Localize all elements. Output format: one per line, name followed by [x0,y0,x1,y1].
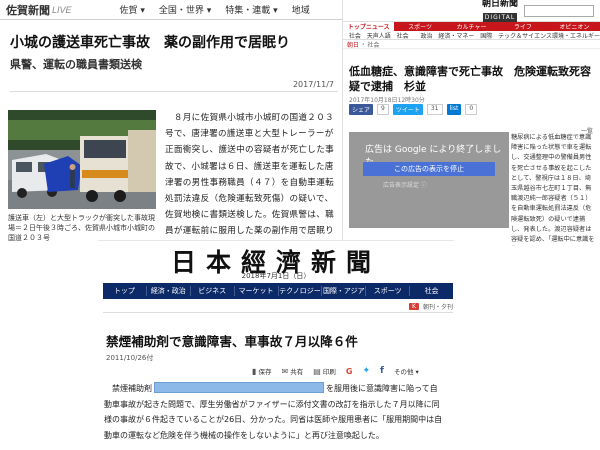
nav-item-sports[interactable]: スポーツ [366,286,409,296]
saga-subhead: 県警、運転の職員書類送検 [10,58,142,71]
share-count: 0 [465,104,478,115]
share-count: 31 [426,104,443,115]
stop-ad-button[interactable]: この広告の表示を停止 [363,162,495,176]
nikkei-nav: トップ 経済・政治 ビジネス マーケット テクノロジー 国際・アジア スポーツ … [103,283,453,299]
nav-item-market[interactable]: マーケット [235,286,278,296]
subnav-item[interactable]: 経済・マネー [438,31,474,40]
accident-photo [8,110,156,209]
share-count: 9 [377,104,389,115]
asahi-logo-digital: DIGITAL [482,12,518,22]
divider [10,91,338,92]
list-share-button[interactable]: list [446,104,462,115]
subnav-item[interactable]: 国際 [474,31,498,40]
saga-nav-item[interactable]: 全国・世界 ▾ [159,3,211,16]
nav-item-economy[interactable]: 経済・政治 [147,286,190,296]
saga-date: 2017/11/7 [292,80,334,89]
nikkei-article-title: 禁煙補助剤で意識障害、車事故７月以降６件 [106,334,358,349]
subnav-item[interactable]: 社会 [343,31,367,40]
nav-item-society[interactable]: 社会 [410,286,453,296]
saga-shimbun-article-panel: 佐賀新聞 LIVE 佐賀 ▾ 全国・世界 ▾ 特集・連載 ▾ 地域 小城の護送車… [0,0,342,252]
print-button[interactable]: ▤ 印刷 [313,366,336,376]
more-button[interactable]: その他 ▾ [394,366,419,376]
saga-logo-live: LIVE [52,4,72,15]
nikkei-article-panel: 日本經濟新聞 2018年7月1日（日） トップ 経済・政治 ビジネス マーケット… [98,240,454,450]
photo-caption: 護送車（左）と大型トラックが衝突した事故現場＝２日午後３時ごろ、佐賀県小城市小城… [8,214,155,242]
save-label: 保存 [258,368,272,376]
asahi-article-title: 低血糖症、意識障害で死亡事故 危険運転致死容疑で逮捕 杉並 [349,65,591,93]
asahi-digital-article-panel: 朝日新聞 DIGITAL トップニュース スポーツ カルチャー ライフ オピニオ… [342,0,600,246]
twitter-share-button[interactable]: ツイート [392,104,423,115]
subnav-item[interactable]: 天声人語 [367,31,391,40]
accident-scene-illustration [8,110,156,209]
facebook-icon[interactable]: f [380,366,384,376]
share-label: 共有 [290,368,304,376]
ad-closed-overlay: 広告は Google により終了しました。 この広告の表示を停止 広告表示設定 … [349,132,509,228]
saga-nav-item[interactable]: 地域 [292,3,310,16]
nikkei-article-date: 2011/10/26付 [106,354,154,362]
subnav-item[interactable]: 政治 [415,31,439,40]
asahi-logo-title: 朝日新聞 [481,0,518,9]
twitter-icon[interactable]: ✦ [362,366,370,376]
redacted-highlight [154,382,324,393]
google-plus-icon[interactable]: G [346,367,353,376]
nav-item-top[interactable]: トップ [103,286,146,296]
subnav-item[interactable]: 環境・エネルギー [552,31,600,40]
saga-headline: 小城の護送車死亡事故 薬の副作用で居眠り [10,35,290,51]
subnav-item[interactable]: 社会 [391,31,415,40]
asahi-logo[interactable]: 朝日新聞 DIGITAL [482,0,518,22]
breadcrumb-home[interactable]: 朝日 [347,40,359,49]
edition-badge: K [409,303,419,310]
saga-top-bar: 佐賀新聞 LIVE 佐賀 ▾ 全国・世界 ▾ 特集・連載 ▾ 地域 [0,0,342,20]
asahi-article-timestamp: 2017年10月18日12時30分 [349,97,425,104]
saga-nav-item[interactable]: 佐賀 ▾ [120,3,145,16]
edition-link[interactable]: 朝刊・夕刊 [423,302,453,311]
print-label: 印刷 [322,368,336,376]
nikkei-sub-bar: K 朝刊・夕刊 [103,301,453,313]
asahi-sub-nav: 社会 天声人語 社会 政治 経済・マネー 国際 テック＆サイエンス 環境・エネル… [343,31,600,40]
breadcrumb-item[interactable]: 社会 [367,40,379,49]
share-buttons: シェア 9 ツイート 31 list 0 [349,104,478,115]
nav-item-international[interactable]: 国際・アジア [322,286,365,296]
saga-article-body: ８月に佐賀県小城市小城町の国道２０３号で、唐津署の護送車と大型トレーラーが正面衝… [165,113,334,252]
subnav-item[interactable]: テック＆サイエンス [498,31,552,40]
article-tools: ▮ 保存 ✉ 共有 ▤ 印刷 G ✦ f その他 ▾ [252,366,419,376]
share-icon: ✉ [281,367,289,376]
bookmark-icon: ▮ [252,367,257,376]
body-text-start: 禁煙補助剤 [104,384,152,393]
asahi-article-body: 糖尿病による低血糖症で意識障害に陥った状態で車を運転し、交通整理中の警備員男性を… [511,134,595,244]
chevron-right-icon: › [362,40,365,48]
nikkei-edition-date: 2018年7月1日（日） [241,272,311,280]
printer-icon: ▤ [313,367,321,376]
share-button[interactable]: ✉ 共有 [281,366,303,376]
nav-item-technology[interactable]: テクノロジー [279,286,322,296]
more-label: その他 [393,368,414,376]
nav-item-business[interactable]: ビジネス [191,286,234,296]
facebook-share-button[interactable]: シェア [349,104,374,115]
search-input[interactable] [524,4,594,17]
chevron-down-icon: ▾ [413,368,419,376]
saga-nav: 佐賀 ▾ 全国・世界 ▾ 特集・連載 ▾ 地域 [120,3,310,16]
save-button[interactable]: ▮ 保存 [252,366,271,376]
breadcrumb: 朝日 › 社会 [343,40,600,49]
asahi-header: 朝日新聞 DIGITAL [343,0,600,22]
saga-nav-item[interactable]: 特集・連載 ▾ [225,3,277,16]
ad-settings-link[interactable]: 広告表示設定 ⓘ [383,180,427,189]
nikkei-article-body: 禁煙補助剤 を服用後に意識障害に陥って自動車事故が起きた問題で、厚生労働省がファイ… [104,381,444,443]
saga-logo[interactable]: 佐賀新聞 [6,2,50,18]
